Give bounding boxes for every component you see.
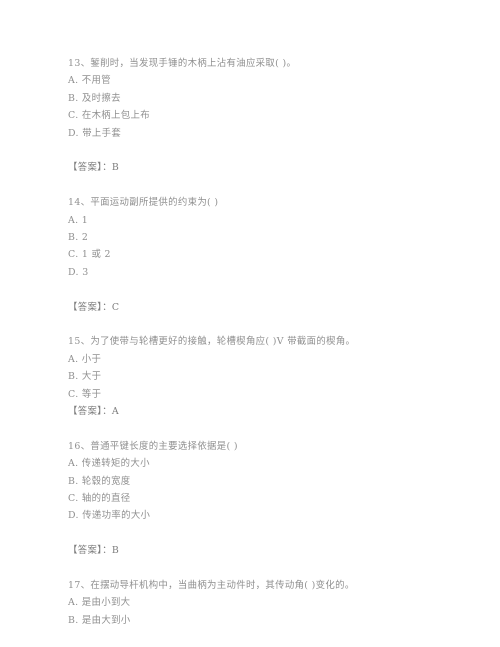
question-option[interactable]: C. 等于 <box>68 386 468 403</box>
question-option[interactable]: C. 在木柄上包上布 <box>68 107 468 124</box>
question-option[interactable]: A. 传递转矩的大小 <box>68 455 468 472</box>
question-block-15: 15、为了使带与轮槽更好的接触，轮槽楔角应( )V 带截面的楔角。 A. 小于 … <box>68 333 468 420</box>
question-option[interactable]: A. 小于 <box>68 351 468 368</box>
question-block-16: 16、普通平键长度的主要选择依据是( ) A. 传递转矩的大小 B. 轮毂的宽度… <box>68 438 468 560</box>
question-option[interactable]: D. 带上手套 <box>68 125 468 142</box>
question-option[interactable]: D. 传递功率的大小 <box>68 507 468 524</box>
question-block-13: 13、錾削时，当发现手锤的木柄上沾有油应采取( )。 A. 不用管 B. 及时擦… <box>68 55 468 177</box>
question-option[interactable]: C. 1 或 2 <box>68 246 468 263</box>
question-answer: 【答案】：A <box>68 406 120 418</box>
question-stem: 17、在摆动导杆机构中，当曲柄为主动件时，其传动角( )变化的。 <box>68 580 355 592</box>
question-option[interactable]: B. 轮毂的宽度 <box>68 473 468 490</box>
question-answer: 【答案】：B <box>68 545 120 557</box>
question-option[interactable]: B. 2 <box>68 229 468 246</box>
question-stem: 13、錾削时，当发现手锤的木柄上沾有油应采取( )。 <box>68 58 297 69</box>
question-stem: 14、平面运动副所提供的约束为( ) <box>68 197 219 209</box>
question-stem: 16、普通平键长度的主要选择依据是( ) <box>68 440 238 452</box>
question-option[interactable]: B. 大于 <box>68 368 468 385</box>
question-list: 13、錾削时，当发现手锤的木柄上沾有油应采取( )。 A. 不用管 B. 及时擦… <box>68 55 468 629</box>
question-option[interactable]: A. 1 <box>68 212 468 229</box>
question-block-14: 14、平面运动副所提供的约束为( ) A. 1 B. 2 C. 1 或 2 D.… <box>68 194 468 316</box>
question-option[interactable]: A. 是由小到大 <box>68 594 468 611</box>
question-block-17: 17、在摆动导杆机构中，当曲柄为主动件时，其传动角( )变化的。 A. 是由小到… <box>68 577 468 629</box>
document-page: 13、錾削时，当发现手锤的木柄上沾有油应采取( )。 A. 不用管 B. 及时擦… <box>0 0 500 647</box>
question-option[interactable]: B. 及时擦去 <box>68 90 468 107</box>
question-option[interactable]: A. 不用管 <box>68 72 468 89</box>
question-stem: 15、为了使带与轮槽更好的接触，轮槽楔角应( )V 带截面的楔角。 <box>68 336 356 348</box>
question-option[interactable]: B. 是由大到小 <box>68 612 468 629</box>
question-option[interactable]: C. 轴的的直径 <box>68 490 468 507</box>
question-answer: 【答案】：B <box>68 162 120 174</box>
question-option[interactable]: D. 3 <box>68 264 468 281</box>
question-answer: 【答案】：C <box>68 301 120 313</box>
